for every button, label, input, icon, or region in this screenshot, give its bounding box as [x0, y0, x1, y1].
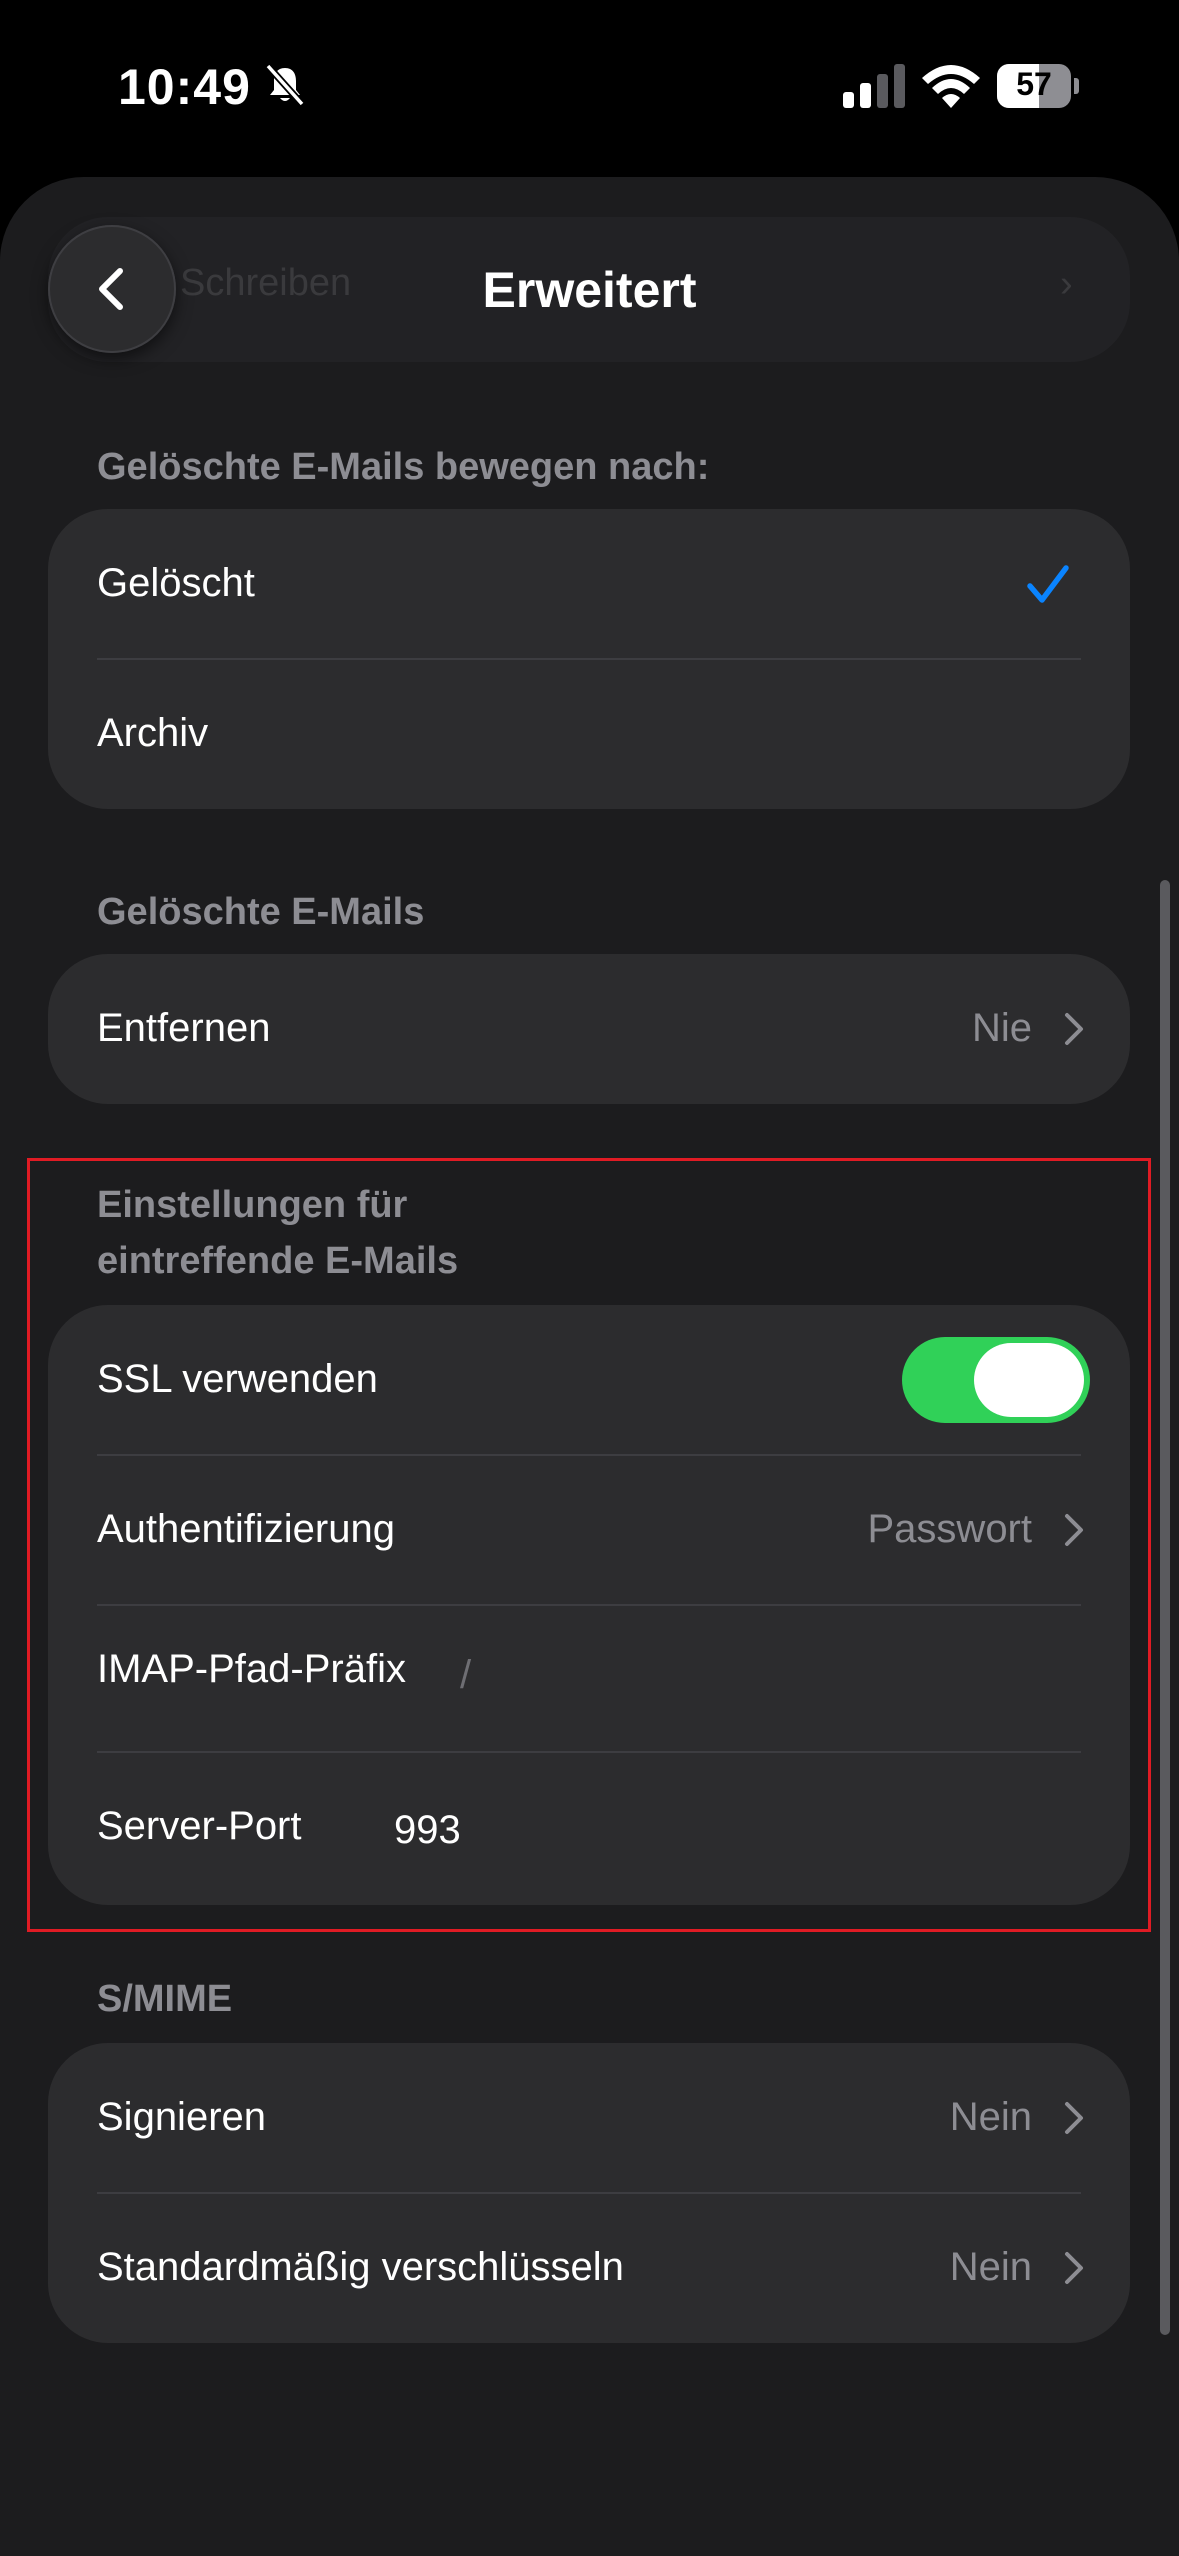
- wifi-icon: [922, 65, 980, 108]
- option-geloescht[interactable]: Gelöscht: [48, 509, 1130, 659]
- row-label: Signieren: [97, 2095, 267, 2139]
- deleted-move-group: Gelöscht Archiv: [48, 509, 1130, 809]
- section-header-deleted-move: Gelöschte E-Mails bewegen nach:: [97, 446, 710, 488]
- chevron-right-icon: [1065, 2102, 1083, 2134]
- section-header-deleted-emails: Gelöschte E-Mails: [97, 891, 425, 933]
- battery-level: 57: [1016, 66, 1052, 102]
- row-label: Entfernen: [97, 1006, 271, 1050]
- status-time: 10:49: [118, 59, 251, 115]
- row-value: Nein: [949, 2245, 1032, 2289]
- battery-indicator: 57: [997, 64, 1079, 108]
- bell-slash-icon: [265, 63, 305, 107]
- cellular-signal-icon: [843, 64, 905, 108]
- option-label: Archiv: [97, 711, 209, 755]
- option-label: Gelöscht: [97, 561, 255, 605]
- smime-group: Signieren Nein Standardmäßig verschlüsse…: [48, 2043, 1130, 2343]
- row-value: Nein: [949, 2095, 1032, 2139]
- highlight-box: [27, 1158, 1151, 1932]
- checkmark-icon: [1027, 565, 1069, 603]
- status-bar: 10:49 57: [0, 0, 1179, 175]
- deleted-emails-group: Entfernen Nie: [48, 954, 1130, 1104]
- row-entfernen[interactable]: Entfernen Nie: [48, 954, 1130, 1104]
- row-value: Nie: [971, 1006, 1032, 1050]
- page-title: Erweitert: [482, 262, 697, 318]
- chevron-right-icon: [1065, 2252, 1083, 2284]
- row-label: Standardmäßig verschlüsseln: [97, 2245, 624, 2289]
- option-archiv[interactable]: Archiv: [48, 659, 1130, 809]
- section-header-smime: S/MIME: [97, 1978, 233, 2020]
- scrollbar[interactable]: [1160, 880, 1170, 2335]
- row-verschluesseln[interactable]: Standardmäßig verschlüsseln Nein: [48, 2193, 1130, 2343]
- row-signieren[interactable]: Signieren Nein: [48, 2043, 1130, 2193]
- chevron-right-icon: [1065, 1013, 1083, 1045]
